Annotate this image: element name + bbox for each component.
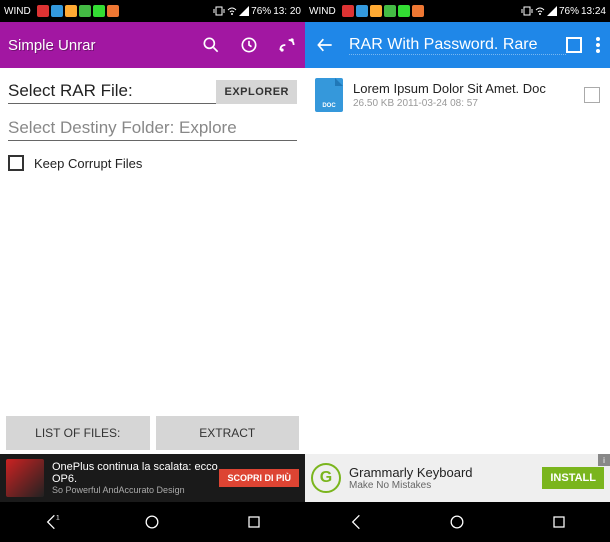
settings-icon[interactable] — [277, 35, 297, 55]
vibrate-icon — [521, 6, 533, 16]
app-title: RAR With Password. Rare — [349, 36, 566, 55]
ad-banner[interactable]: G Grammarly Keyboard Make No Mistakes IN… — [305, 454, 610, 502]
select-all-icon[interactable] — [566, 37, 582, 53]
ad-subtitle: Make No Mistakes — [349, 480, 542, 491]
home-icon[interactable] — [447, 512, 467, 532]
nav-bar: 1 — [0, 502, 305, 542]
status-app-icon — [412, 5, 424, 17]
status-app-icon — [79, 5, 91, 17]
back-icon[interactable] — [346, 512, 366, 532]
select-rar-field[interactable]: Select RAR File: — [8, 81, 216, 104]
phone-right: WIND 76% 13:24 RAR With Password. Rare — [305, 0, 610, 542]
explorer-button[interactable]: EXPLORER — [216, 80, 297, 104]
status-app-icon — [398, 5, 410, 17]
carrier-label: WIND — [309, 6, 336, 17]
home-icon[interactable] — [142, 512, 162, 532]
ad-image — [6, 459, 44, 497]
file-name: Lorem Ipsum Dolor Sit Amet. Doc — [353, 81, 578, 96]
nav-bar — [305, 502, 610, 542]
main-content: DOC Lorem Ipsum Dolor Sit Amet. Doc 26.5… — [305, 68, 610, 454]
ad-cta-button[interactable]: SCOPRI DI PIÙ — [219, 469, 299, 487]
ad-title: Grammarly Keyboard — [349, 465, 542, 480]
status-app-icon — [342, 5, 354, 17]
ad-close-icon[interactable]: i — [598, 454, 610, 466]
ad-banner[interactable]: OnePlus continua la scalata: ecco OP6. S… — [0, 454, 305, 502]
ad-cta-button[interactable]: INSTALL — [542, 467, 604, 489]
search-icon[interactable] — [201, 35, 221, 55]
ad-subtitle: So Powerful AndAccurato Design — [52, 485, 219, 495]
carrier-label: WIND — [4, 6, 31, 17]
ad-title: OnePlus continua la scalata: ecco OP6. — [52, 461, 219, 485]
status-app-icon — [51, 5, 63, 17]
file-checkbox[interactable] — [584, 87, 600, 103]
status-bar: WIND 76% 13: 20 — [0, 0, 305, 22]
battery-label: 76% — [559, 6, 579, 17]
app-title: Simple Unrar — [8, 37, 96, 54]
status-app-icon — [37, 5, 49, 17]
keep-corrupt-checkbox[interactable] — [8, 155, 24, 171]
keep-corrupt-label: Keep Corrupt Files — [34, 156, 142, 171]
phone-left: WIND 76% 13: 20 Simple Unrar — [0, 0, 305, 542]
vibrate-icon — [213, 6, 225, 16]
time-label: 13:24 — [581, 6, 606, 17]
status-app-icon — [370, 5, 382, 17]
status-app-icon — [93, 5, 105, 17]
back-icon[interactable]: 1 — [41, 512, 61, 532]
status-app-icon — [384, 5, 396, 17]
select-destiny-field[interactable]: Select Destiny Folder: Explore — [8, 118, 297, 141]
main-content: Select RAR File: EXPLORER Select Destiny… — [0, 68, 305, 416]
menu-icon[interactable] — [596, 37, 600, 53]
status-app-icon — [65, 5, 77, 17]
signal-icon — [239, 6, 249, 16]
battery-label: 76% — [251, 6, 271, 17]
status-bar: WIND 76% 13:24 — [305, 0, 610, 22]
file-row[interactable]: DOC Lorem Ipsum Dolor Sit Amet. Doc 26.5… — [305, 68, 610, 122]
status-app-icon — [107, 5, 119, 17]
recent-icon[interactable] — [244, 512, 264, 532]
svg-text:1: 1 — [56, 515, 60, 522]
wifi-icon — [535, 6, 545, 16]
time-label: 13: 20 — [273, 6, 301, 17]
ad-image: G — [311, 463, 341, 493]
file-meta: 26.50 KB 2011-03-24 08: 57 — [353, 98, 578, 109]
history-icon[interactable] — [239, 35, 259, 55]
recent-icon[interactable] — [549, 512, 569, 532]
wifi-icon — [227, 6, 237, 16]
signal-icon — [547, 6, 557, 16]
app-bar: RAR With Password. Rare — [305, 22, 610, 68]
extract-button[interactable]: EXTRACT — [156, 416, 300, 450]
list-files-button[interactable]: LIST OF FILES: — [6, 416, 150, 450]
back-arrow-icon[interactable] — [315, 35, 335, 55]
app-bar: Simple Unrar — [0, 22, 305, 68]
doc-file-icon: DOC — [315, 78, 343, 112]
status-app-icon — [356, 5, 368, 17]
